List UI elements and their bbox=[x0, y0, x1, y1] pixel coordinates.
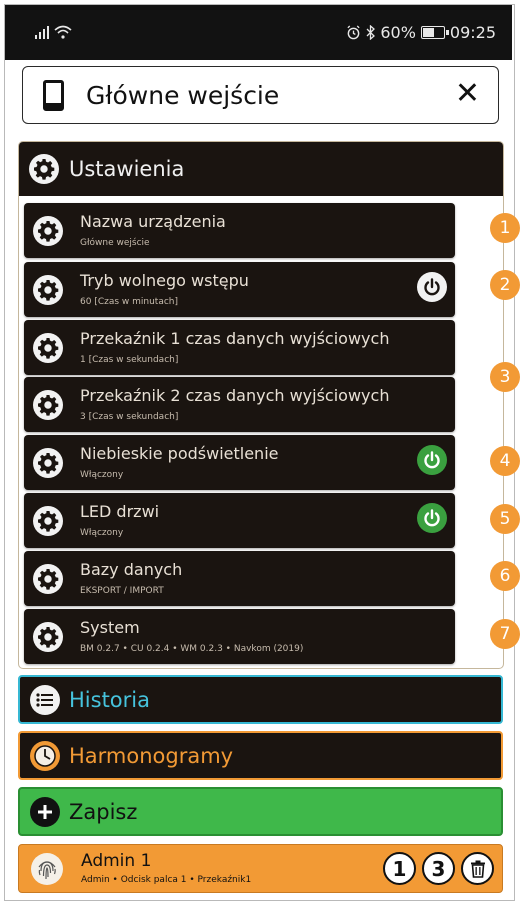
setting-subtitle: 1 [Czas w sekundach] bbox=[80, 355, 179, 365]
setting-title: Przekaźnik 2 czas danych wyjściowych bbox=[80, 386, 390, 405]
clock: 09:25 bbox=[449, 23, 496, 42]
gear-icon bbox=[33, 332, 63, 363]
setting-item[interactable]: Tryb wolnego wstępu 60 [Czas w minutach] bbox=[24, 262, 455, 317]
setting-item[interactable]: Niebieskie podświetlenie Włączony bbox=[24, 435, 455, 490]
step-badge: 5 bbox=[490, 504, 520, 534]
setting-text: Nazwa urządzenia Główne wejście bbox=[80, 211, 226, 250]
setting-text: LED drzwi Włączony bbox=[80, 501, 159, 540]
setting-text: Tryb wolnego wstępu 60 [Czas w minutach] bbox=[80, 270, 249, 309]
fingerprint-icon bbox=[31, 852, 63, 885]
settings-title: Ustawienia bbox=[69, 157, 185, 181]
setting-item[interactable]: Przekaźnik 1 czas danych wyjściowych 1 [C… bbox=[24, 320, 455, 375]
relay-number-badge[interactable]: 3 bbox=[422, 852, 455, 885]
user-name: Admin 1 bbox=[81, 850, 152, 871]
status-right: 60% 09:25 bbox=[346, 23, 496, 42]
setting-subtitle: 3 [Czas w sekundach] bbox=[80, 412, 179, 422]
setting-text: Przekaźnik 2 czas danych wyjściowych 3 [C… bbox=[80, 385, 389, 424]
power-toggle-icon[interactable] bbox=[417, 272, 447, 302]
battery-percent: 60% bbox=[380, 23, 416, 42]
power-toggle-icon[interactable] bbox=[417, 503, 447, 533]
gear-icon bbox=[33, 274, 63, 305]
setting-item[interactable]: Przekaźnik 2 czas danych wyjściowych 3 [C… bbox=[24, 377, 455, 432]
user-details: Admin • Odcisk palca 1 • Przekaźnik1 bbox=[81, 874, 252, 885]
save-button[interactable]: Zapisz bbox=[18, 787, 503, 836]
signal-icon bbox=[35, 26, 49, 39]
setting-title: Niebieskie podświetlenie bbox=[80, 444, 279, 463]
setting-subtitle: Główne wejście bbox=[80, 238, 150, 248]
setting-title: Przekaźnik 1 czas danych wyjściowych bbox=[80, 329, 390, 348]
status-bar: 60% 09:25 bbox=[5, 5, 512, 60]
alarm-icon bbox=[347, 25, 360, 40]
setting-title: System bbox=[80, 618, 140, 637]
setting-subtitle: EKSPORT / IMPORT bbox=[80, 586, 164, 596]
gear-icon bbox=[33, 389, 63, 420]
step-badge: 3 bbox=[490, 362, 520, 392]
setting-text: Niebieskie podświetlenie Włączony bbox=[80, 443, 278, 482]
step-badge: 2 bbox=[490, 270, 520, 300]
harmonogramy-section[interactable]: Harmonogramy bbox=[18, 731, 503, 780]
page-title: Główne wejście bbox=[86, 80, 280, 110]
setting-item[interactable]: Nazwa urządzenia Główne wejście bbox=[24, 203, 455, 258]
clock-icon bbox=[30, 740, 60, 771]
setting-subtitle: Włączony bbox=[80, 470, 124, 480]
gear-icon bbox=[33, 447, 63, 478]
step-badge: 6 bbox=[490, 561, 520, 591]
power-toggle-icon[interactable] bbox=[417, 445, 447, 475]
user-info: Admin 1 Admin • Odcisk palca 1 • Przekaź… bbox=[81, 851, 251, 887]
phone-icon bbox=[43, 79, 64, 111]
step-badge: 4 bbox=[490, 446, 520, 476]
gear-icon bbox=[33, 621, 63, 652]
close-button[interactable]: ✕ bbox=[455, 77, 480, 111]
harmonogramy-label: Harmonogramy bbox=[69, 743, 234, 768]
gear-icon bbox=[29, 154, 59, 184]
setting-subtitle: BM 0.2.7 • CU 0.2.4 • WM 0.2.3 • Navkom … bbox=[80, 644, 304, 654]
setting-title: Nazwa urządzenia bbox=[80, 212, 226, 231]
historia-label: Historia bbox=[69, 687, 150, 712]
setting-item[interactable]: LED drzwi Włączony bbox=[24, 493, 455, 548]
settings-header[interactable]: Ustawienia bbox=[19, 142, 503, 196]
save-label: Zapisz bbox=[69, 799, 138, 824]
trash-icon[interactable] bbox=[461, 852, 494, 885]
setting-title: Tryb wolnego wstępu bbox=[80, 271, 249, 290]
historia-section[interactable]: Historia bbox=[18, 675, 503, 724]
step-badge: 1 bbox=[490, 213, 520, 243]
step-badge: 7 bbox=[490, 619, 520, 649]
battery-icon bbox=[420, 26, 449, 39]
status-left bbox=[35, 25, 72, 39]
bluetooth-icon bbox=[366, 25, 376, 40]
setting-subtitle: 60 [Czas w minutach] bbox=[80, 297, 179, 307]
setting-title: Bazy danych bbox=[80, 560, 183, 579]
user-row[interactable]: Admin 1 Admin • Odcisk palca 1 • Przekaź… bbox=[18, 844, 503, 893]
finger-number-badge[interactable]: 1 bbox=[383, 852, 416, 885]
gear-icon bbox=[33, 215, 63, 246]
title-bar: Główne wejście ✕ bbox=[22, 66, 499, 124]
wifi-icon bbox=[54, 25, 72, 39]
setting-item[interactable]: Bazy danych EKSPORT / IMPORT bbox=[24, 551, 455, 606]
setting-text: Przekaźnik 1 czas danych wyjściowych 1 [C… bbox=[80, 328, 389, 367]
setting-item[interactable]: System BM 0.2.7 • CU 0.2.4 • WM 0.2.3 • N… bbox=[24, 609, 455, 664]
setting-text: System BM 0.2.7 • CU 0.2.4 • WM 0.2.3 • N… bbox=[80, 617, 303, 656]
setting-subtitle: Włączony bbox=[80, 528, 124, 538]
gear-icon bbox=[33, 505, 63, 536]
battery-fill bbox=[422, 28, 434, 37]
list-icon bbox=[30, 684, 60, 715]
plus-icon bbox=[30, 796, 60, 827]
setting-title: LED drzwi bbox=[80, 502, 160, 521]
gear-icon bbox=[33, 563, 63, 594]
setting-text: Bazy danych EKSPORT / IMPORT bbox=[80, 559, 182, 598]
